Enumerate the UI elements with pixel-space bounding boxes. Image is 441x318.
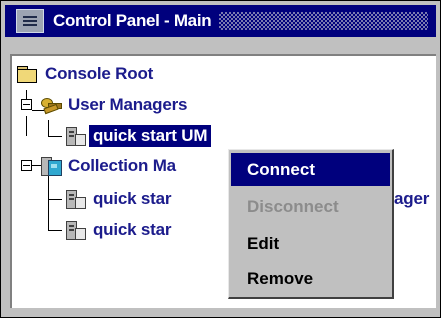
tree-connector xyxy=(26,116,27,136)
collapse-toggle-user-managers[interactable] xyxy=(21,99,32,110)
tree-node-collection-child-1[interactable]: quick star xyxy=(64,187,175,211)
tree-connector xyxy=(48,136,62,137)
tree-node-label: quick star xyxy=(93,189,172,208)
tree-node-label: Collection Ma xyxy=(68,156,176,175)
menu-item-remove[interactable]: Remove xyxy=(231,262,390,295)
menu-item-edit[interactable]: Edit xyxy=(231,227,390,260)
title-bar[interactable]: Control Panel - Main xyxy=(5,5,436,37)
tree-connector xyxy=(48,176,49,231)
tree-node-label: quick star xyxy=(93,220,172,239)
server-icon xyxy=(64,189,86,209)
server-icon xyxy=(64,126,86,146)
tree-node-label: quick start UM xyxy=(89,125,212,147)
tree-node-collection-child-2[interactable]: quick star xyxy=(64,218,175,242)
collection-icon xyxy=(39,156,62,176)
menu-item-connect[interactable]: Connect xyxy=(231,153,390,186)
control-panel-app-icon xyxy=(16,9,44,33)
menu-item-disconnect: Disconnect xyxy=(247,196,339,216)
tree-node-label: User Managers xyxy=(68,95,188,114)
tree-connector xyxy=(48,199,62,200)
context-menu: Connect Disconnect Edit Remove xyxy=(228,149,394,299)
window-title: Control Panel - Main xyxy=(53,11,212,30)
control-panel-window: Control Panel - Main Console Root User M… xyxy=(0,0,441,318)
tree-node-quick-start-um[interactable]: quick start UM xyxy=(64,124,212,148)
collapse-toggle-collection-managers[interactable] xyxy=(21,160,32,171)
folder-icon xyxy=(16,64,38,84)
tree-node-label-overflow: ager xyxy=(394,189,430,208)
tree-node-label: Console Root xyxy=(45,64,154,83)
tree-connector xyxy=(48,230,62,231)
tree-node-collection-managers[interactable]: Collection Ma xyxy=(39,154,180,178)
tree-connector xyxy=(48,120,49,137)
keys-icon xyxy=(39,95,62,115)
tree-node-console-root[interactable]: Console Root xyxy=(16,62,157,86)
tree-node-user-managers[interactable]: User Managers xyxy=(39,93,191,117)
server-icon xyxy=(64,220,86,240)
title-bar-grip xyxy=(219,12,428,30)
